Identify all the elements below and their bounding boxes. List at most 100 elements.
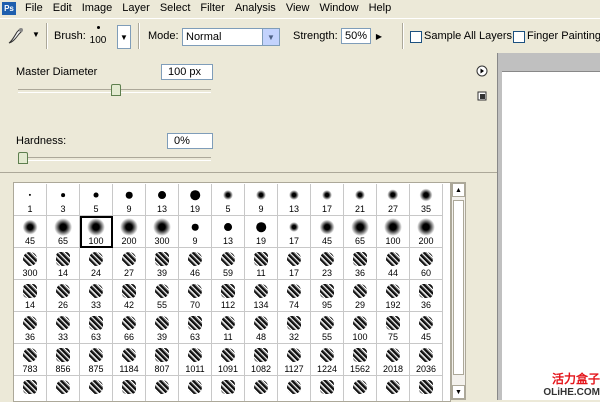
brush-cell[interactable]: 66 — [113, 312, 146, 344]
brush-cell[interactable]: 13 — [212, 216, 245, 248]
brush-cell[interactable]: 70 — [179, 280, 212, 312]
brush-cell[interactable]: 5 — [80, 184, 113, 216]
brush-cell[interactable]: 26 — [47, 280, 80, 312]
brush-cell[interactable]: 13 — [278, 184, 311, 216]
brush-cell[interactable]: 44 — [377, 248, 410, 280]
brush-cell[interactable]: 74 — [278, 280, 311, 312]
brush-cell[interactable]: 32 — [278, 312, 311, 344]
hardness-input[interactable]: 0% — [167, 133, 213, 149]
brush-cell[interactable]: 1184 — [113, 344, 146, 376]
brush-cell[interactable]: 60 — [410, 248, 443, 280]
brush-cell[interactable] — [47, 376, 80, 401]
brush-cell[interactable]: 112 — [212, 280, 245, 312]
brush-cell[interactable] — [80, 376, 113, 401]
brush-cell[interactable]: 36 — [14, 312, 47, 344]
brush-cell[interactable]: 55 — [311, 312, 344, 344]
brush-cell[interactable]: 65 — [47, 216, 80, 248]
brush-cell[interactable]: 875 — [80, 344, 113, 376]
brush-cell[interactable] — [14, 376, 47, 401]
brush-cell[interactable]: 2036 — [410, 344, 443, 376]
menu-view[interactable]: View — [281, 0, 315, 17]
brush-cell[interactable]: 9 — [179, 216, 212, 248]
brush-cell[interactable]: 2018 — [377, 344, 410, 376]
brush-cell[interactable]: 29 — [344, 280, 377, 312]
brush-cell[interactable]: 300 — [14, 248, 47, 280]
brush-cell[interactable]: 200 — [113, 216, 146, 248]
brush-cell[interactable]: 100 — [344, 312, 377, 344]
panel-menu-icon[interactable] — [476, 65, 488, 77]
menu-help[interactable]: Help — [364, 0, 397, 17]
smudge-tool-icon[interactable] — [6, 26, 28, 46]
brush-cell[interactable]: 33 — [80, 280, 113, 312]
brush-cell[interactable]: 59 — [212, 248, 245, 280]
menu-filter[interactable]: Filter — [195, 0, 229, 17]
brush-cell[interactable]: 11 — [245, 248, 278, 280]
brush-cell[interactable] — [344, 376, 377, 401]
brush-cell[interactable]: 45 — [311, 216, 344, 248]
brush-cell[interactable]: 17 — [278, 248, 311, 280]
finger-painting-checkbox[interactable] — [513, 31, 525, 43]
brush-preview[interactable]: 100 — [88, 24, 108, 50]
brush-cell[interactable]: 19 — [179, 184, 212, 216]
brush-cell[interactable] — [410, 376, 443, 401]
brush-cell[interactable]: 9 — [113, 184, 146, 216]
menu-analysis[interactable]: Analysis — [230, 0, 281, 17]
brush-cell[interactable]: 24 — [80, 248, 113, 280]
brush-cell[interactable]: 36 — [410, 280, 443, 312]
brush-cell[interactable]: 1011 — [179, 344, 212, 376]
scroll-up-button[interactable]: ▲ — [452, 183, 465, 197]
brush-cell[interactable]: 39 — [146, 248, 179, 280]
brush-cell[interactable]: 21 — [344, 184, 377, 216]
scrollbar-thumb[interactable] — [453, 200, 464, 375]
brush-cell[interactable]: 33 — [47, 312, 80, 344]
brush-cell[interactable]: 39 — [146, 312, 179, 344]
brush-cell[interactable]: 95 — [311, 280, 344, 312]
brush-cell[interactable]: 48 — [245, 312, 278, 344]
brush-cell[interactable]: 17 — [278, 216, 311, 248]
brush-cell[interactable]: 1091 — [212, 344, 245, 376]
brush-cell[interactable]: 27 — [113, 248, 146, 280]
sample-all-layers-checkbox[interactable] — [410, 31, 422, 43]
master-diameter-slider-thumb[interactable] — [110, 84, 121, 96]
brush-cell[interactable]: 1 — [14, 184, 47, 216]
brush-cell[interactable]: 200 — [410, 216, 443, 248]
menu-file[interactable]: File — [20, 0, 48, 17]
brush-cell[interactable] — [113, 376, 146, 401]
brush-cell[interactable] — [311, 376, 344, 401]
brush-cell[interactable]: 75 — [377, 312, 410, 344]
strength-slider-button[interactable]: ▶ — [373, 29, 385, 44]
brush-cell[interactable]: 27 — [377, 184, 410, 216]
brush-cell[interactable]: 100 — [80, 216, 113, 248]
brush-cell[interactable] — [377, 376, 410, 401]
brush-grid-scrollbar[interactable]: ▲ ▼ — [451, 182, 466, 400]
brush-cell[interactable]: 1082 — [245, 344, 278, 376]
brush-cell[interactable]: 1224 — [311, 344, 344, 376]
brush-cell[interactable] — [212, 376, 245, 401]
strength-input[interactable]: 50% — [341, 28, 371, 44]
brush-cell[interactable]: 63 — [80, 312, 113, 344]
scroll-down-button[interactable]: ▼ — [452, 385, 465, 399]
brush-cell[interactable]: 856 — [47, 344, 80, 376]
brush-cell[interactable]: 807 — [146, 344, 179, 376]
brush-cell[interactable]: 46 — [179, 248, 212, 280]
hardness-slider[interactable] — [18, 157, 211, 161]
brush-cell[interactable] — [179, 376, 212, 401]
hardness-slider-thumb[interactable] — [18, 152, 28, 164]
brush-cell[interactable]: 42 — [113, 280, 146, 312]
brush-cell[interactable]: 783 — [14, 344, 47, 376]
menu-layer[interactable]: Layer — [117, 0, 155, 17]
brush-cell[interactable]: 1562 — [344, 344, 377, 376]
brush-cell[interactable]: 23 — [311, 248, 344, 280]
menu-window[interactable]: Window — [314, 0, 363, 17]
brush-cell[interactable]: 134 — [245, 280, 278, 312]
brush-cell[interactable]: 55 — [146, 280, 179, 312]
brush-cell[interactable]: 14 — [47, 248, 80, 280]
brush-cell[interactable] — [146, 376, 179, 401]
brush-cell[interactable]: 45 — [14, 216, 47, 248]
brush-cell[interactable] — [278, 376, 311, 401]
tool-preset-arrow-icon[interactable]: ▼ — [32, 30, 40, 39]
brush-cell[interactable]: 17 — [311, 184, 344, 216]
brush-cell[interactable]: 300 — [146, 216, 179, 248]
brush-cell[interactable] — [245, 376, 278, 401]
mode-select[interactable]: Normal ▼ — [182, 28, 280, 46]
